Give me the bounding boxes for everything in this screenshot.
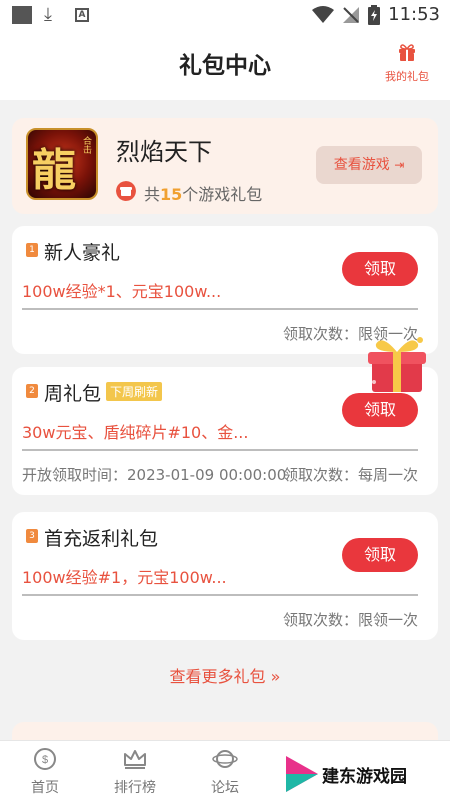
my-gifts-label: 我的礼包 xyxy=(385,70,429,83)
gift-card: 3 首充返利礼包 100w经验#1，元宝100w... 领取 领取次数：限领一次 xyxy=(12,512,438,640)
gift-count-prefix: 共 xyxy=(144,185,161,204)
game-name: 烈焰天下 xyxy=(116,138,212,166)
watermark-text: 建东游戏园 xyxy=(322,767,407,787)
game-icon-subtext: 合击 xyxy=(81,136,91,154)
gift-count-text: 共15个游戏礼包 xyxy=(144,181,262,205)
divider xyxy=(22,308,418,310)
rank-badge: 2 xyxy=(26,384,38,398)
page-header: 礼包中心 我的礼包 xyxy=(0,32,450,100)
tab-home[interactable]: $ 首页 xyxy=(15,747,75,797)
enter-icon: ⇥ xyxy=(394,158,405,172)
divider xyxy=(22,449,418,451)
claim-button[interactable]: 领取 xyxy=(342,538,418,572)
view-game-label: 查看游戏 xyxy=(333,157,390,173)
battery-icon xyxy=(368,4,381,25)
my-gifts-button[interactable]: 我的礼包 xyxy=(382,42,432,84)
claim-button[interactable]: 领取 xyxy=(342,393,418,427)
app-a-icon: A xyxy=(75,8,89,22)
gift-contents: 100w经验#1，元宝100w... xyxy=(22,568,227,587)
watermark: 建东游戏园 xyxy=(282,748,450,800)
gift-name: 周礼包 xyxy=(44,383,102,405)
refresh-tag: 下周刷新 xyxy=(106,382,163,401)
no-signal-icon xyxy=(343,6,360,23)
open-time: 开放领取时间：2023-01-09 00:00:00 xyxy=(22,466,287,484)
clock-time: 11:53 xyxy=(388,4,440,25)
rank-badge: 3 xyxy=(26,529,38,543)
claim-limit: 领取次数：限领一次 xyxy=(282,611,418,629)
gift-icon xyxy=(399,44,415,61)
watermark-play-icon xyxy=(286,756,318,792)
crown-icon xyxy=(124,750,146,769)
gift-count-suffix: 个游戏礼包 xyxy=(182,185,263,204)
gift-contents: 30w元宝、盾纯碎片#10、金... xyxy=(22,423,249,442)
wifi-icon xyxy=(312,5,335,23)
game-icon[interactable]: 龍 合击 xyxy=(26,128,98,200)
gift-count-number: 15 xyxy=(160,185,183,204)
game-icon-glyph: 龍 xyxy=(32,145,76,196)
planet-icon xyxy=(212,750,238,768)
tab-label: 排行榜 xyxy=(114,780,156,796)
claim-button[interactable]: 领取 xyxy=(342,252,418,286)
more-gifts-link[interactable]: 查看更多礼包 » xyxy=(0,663,450,687)
floating-gift-box-icon[interactable] xyxy=(364,330,430,396)
tab-label: 首页 xyxy=(31,780,59,796)
notification-square-icon xyxy=(12,6,32,24)
game-card: 龍 合击 烈焰天下 共15个游戏礼包 查看游戏 ⇥ xyxy=(12,118,438,214)
tab-label: 论坛 xyxy=(211,780,239,796)
gift-contents: 100w经验*1、元宝100w... xyxy=(22,282,222,301)
gift-box-icon xyxy=(116,181,136,201)
gift-name: 新人豪礼 xyxy=(44,242,121,264)
status-bar: ⤓ A 11:53 xyxy=(0,0,450,32)
gift-name: 首充返利礼包 xyxy=(44,528,159,550)
tab-ranking[interactable]: 排行榜 xyxy=(105,747,165,797)
tab-forum[interactable]: 论坛 xyxy=(195,747,255,797)
view-game-button[interactable]: 查看游戏 ⇥ xyxy=(316,146,422,184)
home-coin-icon: $ xyxy=(34,748,56,770)
svg-text:$: $ xyxy=(42,754,48,766)
rank-badge: 1 xyxy=(26,243,38,257)
divider xyxy=(22,594,418,596)
download-icon: ⤓ xyxy=(44,4,52,25)
claim-limit: 领取次数：每周一次 xyxy=(282,466,418,484)
